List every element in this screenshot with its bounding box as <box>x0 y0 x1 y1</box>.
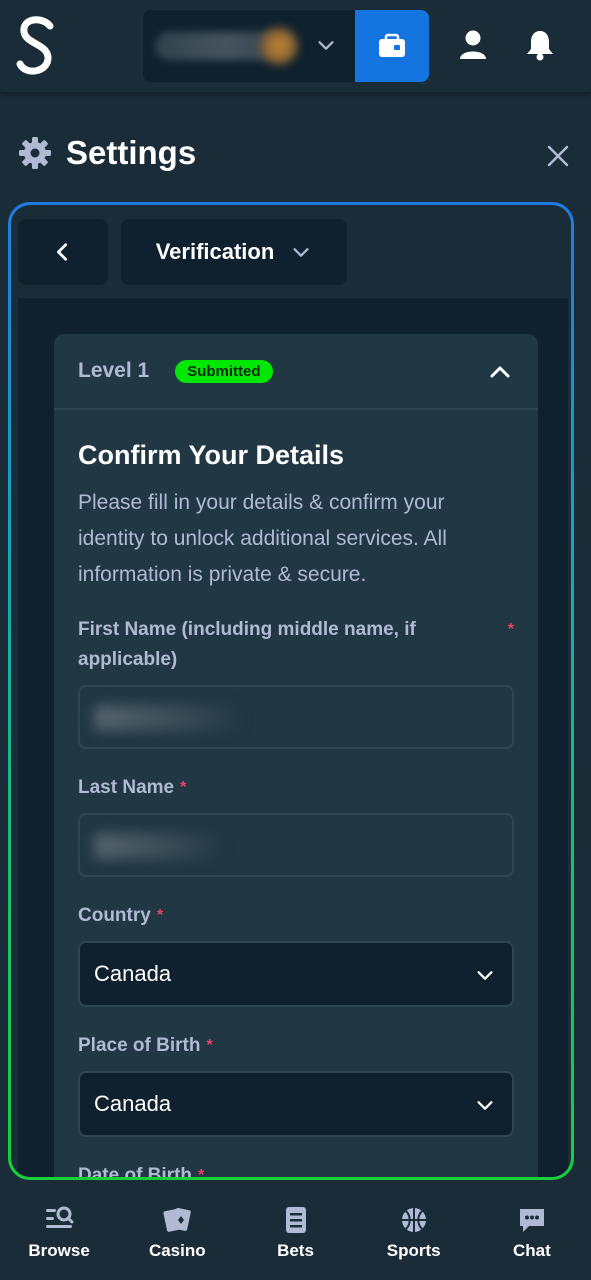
level-header[interactable]: Level 1 Submitted <box>54 334 538 410</box>
last-name-value-blurred <box>94 833 224 859</box>
back-button[interactable] <box>18 219 108 285</box>
country-select[interactable]: Canada <box>78 941 514 1007</box>
required-marker: * <box>156 907 164 924</box>
settings-header: Settings <box>18 134 196 172</box>
settings-panel-inner: Verification Level 1 Submitted Confirm Y… <box>11 205 571 1177</box>
nav-label: Sports <box>386 1241 441 1260</box>
bottom-nav: Browse Casino Bets Sports Chat <box>0 1186 591 1280</box>
required-marker: * <box>180 779 187 796</box>
profile-button[interactable] <box>453 24 493 66</box>
page-title: Settings <box>66 134 197 171</box>
verification-level-card: Level 1 Submitted Confirm Your Details P… <box>54 334 538 1177</box>
last-name-input[interactable] <box>78 813 514 877</box>
last-name-label: Last Name * <box>78 773 514 803</box>
gear-icon <box>19 137 51 169</box>
last-name-label-text: Last Name <box>78 777 175 798</box>
country-label-text: Country <box>78 905 151 926</box>
casino-cards-icon <box>163 1207 192 1232</box>
browse-icon <box>46 1206 74 1228</box>
date-of-birth-label-text: Date of Birth <box>78 1165 192 1177</box>
chevron-up-icon[interactable] <box>488 360 512 384</box>
card-title: Confirm Your Details <box>78 440 345 470</box>
required-marker: * <box>507 621 514 638</box>
level-body: Confirm Your Details Please fill in your… <box>54 410 538 1177</box>
status-badge: Submitted <box>175 359 273 383</box>
first-name-value-blurred <box>94 705 244 731</box>
first-name-input[interactable] <box>78 685 514 749</box>
chevron-down-icon <box>477 971 493 980</box>
chevron-down-icon <box>477 1101 493 1110</box>
nav-sports[interactable]: Sports <box>355 1186 473 1280</box>
required-marker: * <box>198 1167 205 1177</box>
place-of-birth-label: Place of Birth * <box>78 1031 514 1061</box>
place-of-birth-label-text: Place of Birth <box>78 1035 201 1056</box>
nav-label: Bets <box>277 1241 314 1260</box>
wallet-selector[interactable] <box>143 10 429 82</box>
date-of-birth-label: Date of Birth * <box>78 1161 514 1177</box>
wallet-button[interactable] <box>355 10 429 82</box>
level-label: Level 1 <box>78 359 150 382</box>
close-icon[interactable] <box>540 138 576 174</box>
nav-label: Browse <box>28 1241 90 1260</box>
currency-coin-icon <box>261 28 297 64</box>
settings-section-dropdown[interactable]: Verification <box>121 219 347 285</box>
bets-list-icon <box>285 1207 306 1233</box>
chat-bubble-icon <box>519 1209 544 1232</box>
nav-label: Casino <box>148 1241 206 1260</box>
country-value: Canada <box>94 961 172 986</box>
nav-label: Chat <box>513 1241 551 1260</box>
country-label: Country * <box>78 901 514 931</box>
basketball-icon <box>401 1208 426 1232</box>
wallet-icon <box>379 33 405 57</box>
bell-icon <box>527 31 553 61</box>
first-name-label-text: First Name (including middle name, if ap… <box>78 619 416 670</box>
required-marker: * <box>206 1037 213 1054</box>
nav-browse[interactable]: Browse <box>0 1186 118 1280</box>
top-bar <box>0 0 591 92</box>
wallet-balance[interactable] <box>143 10 355 82</box>
user-icon <box>460 30 486 59</box>
stake-logo-icon[interactable] <box>14 14 60 78</box>
first-name-label: First Name (including middle name, if ap… <box>78 615 514 675</box>
chevron-left-icon <box>57 243 68 261</box>
card-description: Please fill in your details & confirm yo… <box>78 491 447 586</box>
place-of-birth-select[interactable]: Canada <box>78 1071 514 1137</box>
settings-panel: Verification Level 1 Submitted Confirm Y… <box>8 202 574 1180</box>
notifications-button[interactable] <box>520 24 560 66</box>
nav-casino[interactable]: Casino <box>118 1186 236 1280</box>
chevron-down-icon <box>318 41 334 50</box>
place-of-birth-value: Canada <box>94 1091 172 1116</box>
nav-chat[interactable]: Chat <box>473 1186 591 1280</box>
section-label: Verification <box>155 239 275 264</box>
nav-bets[interactable]: Bets <box>236 1186 354 1280</box>
chevron-down-icon <box>293 248 309 257</box>
